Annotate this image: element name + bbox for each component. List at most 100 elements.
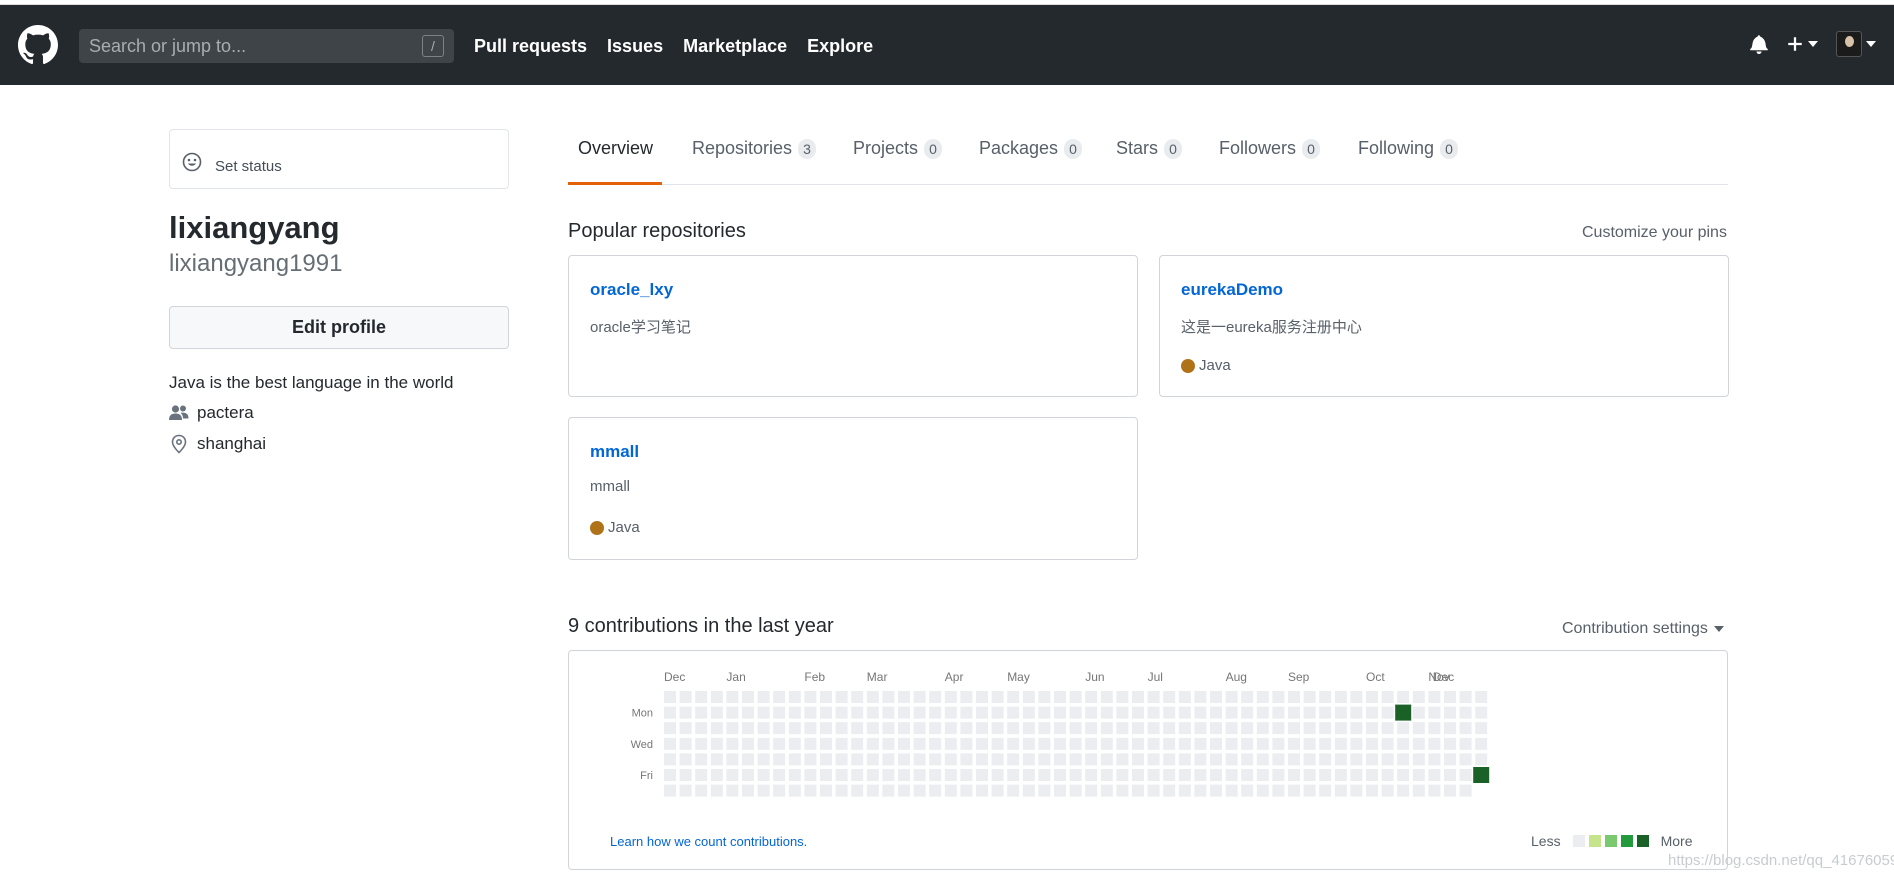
contribution-day[interactable] — [1303, 784, 1316, 797]
contribution-day[interactable] — [1381, 784, 1394, 797]
contribution-day[interactable] — [1256, 737, 1269, 750]
contribution-day[interactable] — [866, 753, 879, 766]
contribution-day[interactable] — [742, 706, 754, 719]
contribution-day[interactable] — [773, 737, 786, 750]
contribution-day[interactable] — [1303, 722, 1316, 735]
contribution-day[interactable] — [1038, 706, 1051, 719]
contribution-day[interactable] — [1069, 737, 1082, 750]
contribution-day[interactable] — [851, 706, 864, 719]
contribution-day[interactable] — [913, 769, 926, 781]
contribution-day[interactable] — [664, 691, 676, 703]
contribution-day[interactable] — [1163, 753, 1176, 766]
contribution-day[interactable] — [882, 737, 895, 750]
contribution-day[interactable] — [1256, 691, 1269, 703]
contribution-day[interactable] — [866, 691, 879, 703]
contribution-day[interactable] — [1178, 784, 1191, 797]
contribution-day[interactable] — [1147, 706, 1160, 719]
contribution-day[interactable] — [820, 753, 832, 766]
contribution-day[interactable] — [1381, 737, 1394, 750]
contribution-day[interactable] — [1210, 753, 1222, 766]
contribution-day[interactable] — [1475, 753, 1488, 766]
contribution-day[interactable] — [1069, 784, 1082, 797]
contribution-day[interactable] — [929, 722, 942, 735]
contribution-day[interactable] — [1256, 722, 1269, 735]
contribution-day[interactable] — [913, 722, 926, 735]
nav-issues[interactable]: Issues — [607, 34, 663, 58]
contribution-day[interactable] — [1350, 722, 1363, 735]
contribution-day[interactable] — [695, 737, 708, 750]
contribution-day[interactable] — [1178, 769, 1191, 781]
contribution-day[interactable] — [664, 784, 676, 797]
contribution-day[interactable] — [898, 737, 910, 750]
contribution-day[interactable] — [851, 722, 864, 735]
contribution-day[interactable] — [1069, 722, 1082, 735]
contribution-day[interactable] — [1412, 753, 1425, 766]
contribution-day[interactable] — [1334, 722, 1347, 735]
contribution-day[interactable] — [1459, 769, 1472, 781]
contribution-day[interactable] — [1473, 767, 1490, 783]
contribution-day[interactable] — [1428, 784, 1441, 797]
contribution-day[interactable] — [1225, 784, 1238, 797]
contribution-day[interactable] — [788, 784, 801, 797]
contribution-day[interactable] — [773, 722, 786, 735]
contribution-day[interactable] — [1256, 753, 1269, 766]
contribution-day[interactable] — [991, 706, 1004, 719]
contribution-day[interactable] — [1444, 737, 1456, 750]
contribution-day[interactable] — [1241, 753, 1254, 766]
contribution-day[interactable] — [1100, 706, 1113, 719]
contribution-day[interactable] — [1069, 753, 1082, 766]
set-status-button[interactable]: Set status — [169, 129, 509, 189]
contribution-day[interactable] — [913, 753, 926, 766]
contribution-day[interactable] — [1444, 691, 1456, 703]
contribution-day[interactable] — [1475, 691, 1488, 703]
contribution-day[interactable] — [1163, 706, 1176, 719]
contribution-day[interactable] — [1116, 753, 1129, 766]
contribution-day[interactable] — [960, 784, 973, 797]
contribution-day[interactable] — [1100, 784, 1113, 797]
tab-followers[interactable]: Followers 0 — [1219, 138, 1321, 159]
contribution-day[interactable] — [1428, 691, 1441, 703]
contribution-day[interactable] — [820, 784, 832, 797]
contribution-day[interactable] — [804, 769, 817, 781]
contribution-day[interactable] — [1444, 706, 1456, 719]
contribution-day[interactable] — [1475, 737, 1488, 750]
contribution-day[interactable] — [804, 722, 817, 735]
contribution-day[interactable] — [1272, 706, 1285, 719]
contribution-day[interactable] — [1256, 769, 1269, 781]
contribution-day[interactable] — [835, 737, 848, 750]
contribution-day[interactable] — [882, 722, 895, 735]
contribution-day[interactable] — [1350, 691, 1363, 703]
contribution-day[interactable] — [1444, 753, 1456, 766]
contribution-day[interactable] — [1069, 706, 1082, 719]
contribution-day[interactable] — [757, 691, 770, 703]
tab-repositories[interactable]: Repositories 3 — [692, 138, 817, 159]
tab-following[interactable]: Following 0 — [1358, 138, 1459, 159]
contribution-day[interactable] — [1054, 769, 1066, 781]
contribution-day[interactable] — [866, 784, 879, 797]
contribution-day[interactable] — [1334, 737, 1347, 750]
contribution-day[interactable] — [898, 706, 910, 719]
contribution-day[interactable] — [773, 784, 786, 797]
contribution-day[interactable] — [1007, 691, 1020, 703]
contribution-day[interactable] — [1475, 722, 1488, 735]
contribution-day[interactable] — [1444, 784, 1456, 797]
contribution-day[interactable] — [1100, 737, 1113, 750]
contribution-day[interactable] — [1038, 691, 1051, 703]
contribution-day[interactable] — [1085, 753, 1098, 766]
contribution-day[interactable] — [710, 691, 723, 703]
avatar-dropdown[interactable] — [1836, 31, 1876, 57]
contribution-day[interactable] — [710, 784, 723, 797]
contribution-day[interactable] — [1366, 722, 1378, 735]
contribution-day[interactable] — [929, 737, 942, 750]
contribution-day[interactable] — [1085, 691, 1098, 703]
contribution-day[interactable] — [788, 691, 801, 703]
contribution-day[interactable] — [1225, 753, 1238, 766]
repo-name-link[interactable]: mmall — [590, 442, 639, 462]
contribution-day[interactable] — [1272, 737, 1285, 750]
nav-pull-requests[interactable]: Pull requests — [474, 34, 587, 58]
contribution-day[interactable] — [1132, 753, 1144, 766]
contribution-day[interactable] — [1428, 737, 1441, 750]
contribution-day[interactable] — [742, 784, 754, 797]
contribution-day[interactable] — [788, 753, 801, 766]
contribution-day[interactable] — [804, 737, 817, 750]
